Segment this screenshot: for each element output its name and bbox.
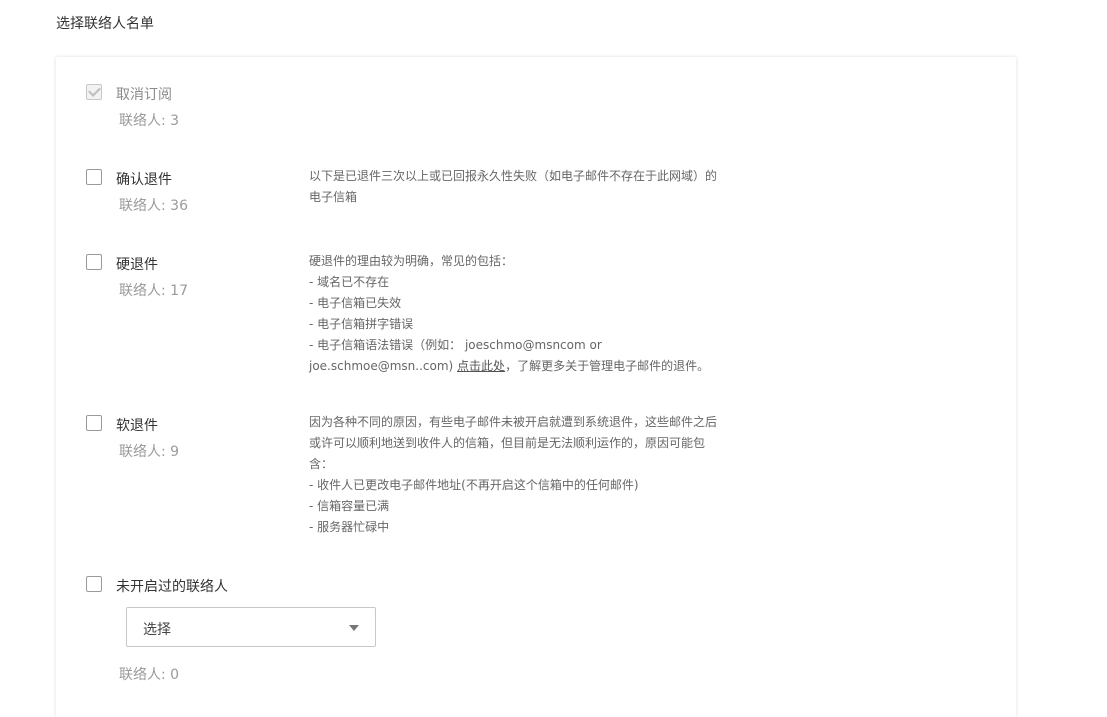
description-line: - 域名已不存在 bbox=[309, 275, 390, 289]
option-description: 因为各种不同的原因，有些电子邮件未被开启就遭到系统退件，这些邮件之后 或许可以顺… bbox=[309, 412, 729, 538]
description-line: - 信箱容量已满 bbox=[309, 499, 390, 513]
description-text: ，了解更多关于管理电子邮件的退件。 bbox=[505, 359, 710, 373]
description-line: - 电子信箱已失效 bbox=[309, 296, 402, 310]
option-count: 联络人: 3 bbox=[119, 113, 180, 129]
option-count: 联络人: 17 bbox=[119, 283, 188, 299]
description-line: 因为各种不同的原因，有些电子邮件未被开启就遭到系统退件，这些邮件之后 bbox=[309, 415, 718, 429]
option-count: 联络人: 9 bbox=[119, 444, 180, 460]
option-label: 软退件 bbox=[116, 418, 158, 434]
description-line: - 电子信箱拼字错误 bbox=[309, 317, 414, 331]
never-opened-checkbox[interactable] bbox=[86, 576, 102, 592]
description-text: joe.schmoe@msn..com) bbox=[309, 359, 458, 373]
hard-bounce-checkbox[interactable] bbox=[86, 254, 102, 270]
confirmed-bounce-checkbox[interactable] bbox=[86, 169, 102, 185]
option-label: 取消订阅 bbox=[116, 87, 172, 103]
option-label: 确认退件 bbox=[116, 172, 172, 188]
timeframe-select[interactable]: 选择 bbox=[126, 607, 376, 647]
option-description: 以下是已退件三次以上或已回报永久性失败（如电子邮件不存在于此网域）的 电子信箱 bbox=[309, 166, 729, 208]
description-line-with-link: joe.schmoe@msn..com) 点击此处，了解更多关于管理电子邮件的退… bbox=[309, 356, 729, 377]
description-line: 电子信箱 bbox=[309, 190, 358, 204]
description-line: - 服务器忙碌中 bbox=[309, 520, 390, 534]
description-line: 含： bbox=[309, 457, 334, 471]
checkmark-icon bbox=[88, 84, 101, 97]
option-count: 联络人: 36 bbox=[119, 198, 188, 214]
description-line: 以下是已退件三次以上或已回报永久性失败（如电子邮件不存在于此网域）的 bbox=[309, 169, 718, 183]
page-title: 选择联络人名单 bbox=[56, 16, 154, 32]
description-line: 或许可以顺利地送到收件人的信箱，但目前是无法顺利运作的，原因可能包 bbox=[309, 436, 706, 450]
unsubscribe-checkbox[interactable] bbox=[86, 84, 102, 100]
select-value: 选择 bbox=[143, 622, 171, 638]
option-label: 硬退件 bbox=[116, 257, 158, 273]
learn-more-link[interactable]: 点击此处 bbox=[457, 359, 505, 373]
description-line: - 电子信箱语法错误（例如： joeschmo@msncom or bbox=[309, 338, 602, 352]
option-label: 未开启过的联络人 bbox=[116, 579, 228, 595]
soft-bounce-checkbox[interactable] bbox=[86, 415, 102, 431]
caret-down-icon bbox=[349, 625, 359, 631]
contact-list-card: 取消订阅 联络人: 3 确认退件 联络人: 36 以下是已退件三次以上或已回报永… bbox=[56, 57, 1016, 717]
description-line: 硬退件的理由较为明确，常见的包括： bbox=[309, 254, 514, 268]
option-count: 联络人: 0 bbox=[119, 667, 180, 683]
description-line: - 收件人已更改电子邮件地址(不再开启这个信箱中的任何邮件) bbox=[309, 478, 639, 492]
option-description: 硬退件的理由较为明确，常见的包括： - 域名已不存在 - 电子信箱已失效 - 电… bbox=[309, 251, 729, 377]
